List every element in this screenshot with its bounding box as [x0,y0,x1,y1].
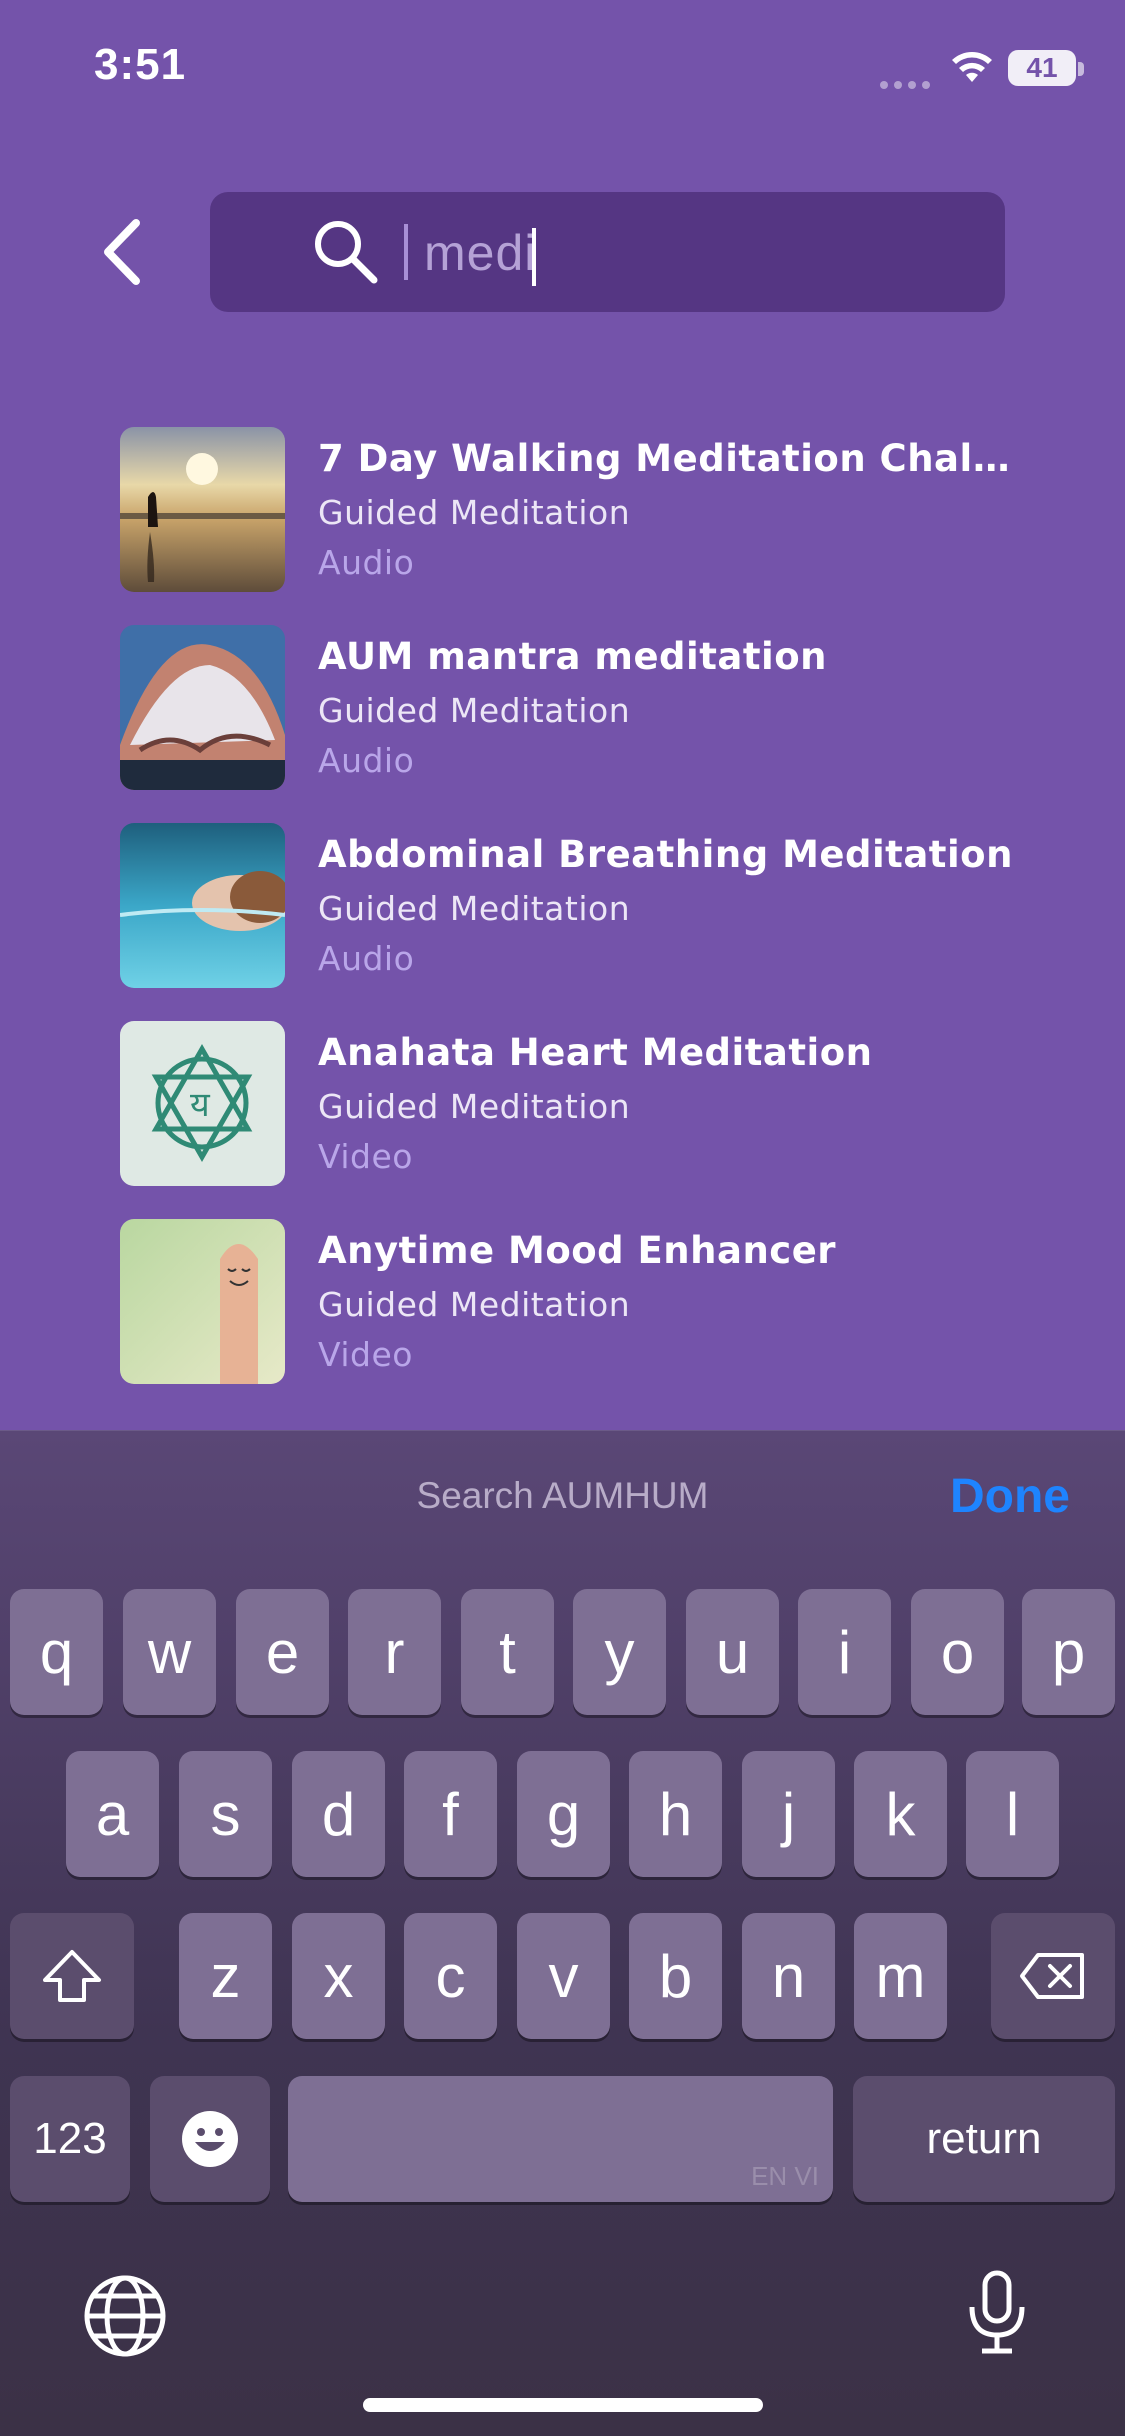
result-thumbnail: य [120,1021,285,1186]
key-u[interactable]: u [686,1589,779,1715]
key-y[interactable]: y [573,1589,666,1715]
result-category: Guided Meditation [318,493,631,532]
result-type: Audio [318,741,415,780]
key-v[interactable]: v [517,1913,610,2039]
home-indicator[interactable] [363,2398,763,2412]
result-category: Guided Meditation [318,1087,631,1126]
key-w[interactable]: w [123,1589,216,1715]
result-thumbnail [120,625,285,790]
key-i[interactable]: i [798,1589,891,1715]
result-item[interactable]: 7 Day Walking Meditation Challen… Guided… [120,427,1020,625]
battery-icon: 41 [1008,50,1076,86]
key-h[interactable]: h [629,1751,722,1877]
result-thumbnail [120,823,285,988]
key-m[interactable]: m [854,1913,947,2039]
key-n[interactable]: n [742,1913,835,2039]
language-indicator: EN VI [751,2161,819,2191]
status-time: 3:51 [94,40,187,89]
numbers-key[interactable]: 123 [10,2076,130,2202]
key-q[interactable]: q [10,1589,103,1715]
key-g[interactable]: g [517,1751,610,1877]
key-s[interactable]: s [179,1751,272,1877]
key-o[interactable]: o [911,1589,1004,1715]
globe-icon[interactable] [80,2271,170,2361]
key-j[interactable]: j [742,1751,835,1877]
key-k[interactable]: k [854,1751,947,1877]
key-c[interactable]: c [404,1913,497,2039]
search-icon [315,221,378,284]
wifi-icon [952,52,992,82]
chevron-left-icon [104,219,140,285]
search-input[interactable]: medi [424,218,536,288]
key-b[interactable]: b [629,1913,722,2039]
key-t[interactable]: t [461,1589,554,1715]
key-r[interactable]: r [348,1589,441,1715]
cellular-signal-icon [880,74,936,89]
result-title: Abdominal Breathing Meditation [318,833,1013,876]
back-button[interactable] [92,212,152,292]
microphone-icon[interactable] [952,2267,1042,2357]
key-e[interactable]: e [236,1589,329,1715]
result-item[interactable]: Anytime Mood Enhancer Guided Meditation … [120,1219,1020,1417]
shift-icon [43,1950,101,2002]
backspace-icon [1020,1953,1084,1999]
svg-text:य: य [190,1085,211,1125]
key-a[interactable]: a [66,1751,159,1877]
key-p[interactable]: p [1022,1589,1115,1715]
backspace-key[interactable] [991,1913,1115,2039]
search-input-divider [404,224,408,280]
key-d[interactable]: d [292,1751,385,1877]
result-type: Audio [318,543,415,582]
result-thumbnail [120,1219,285,1384]
result-type: Video [318,1137,413,1176]
result-type: Audio [318,939,415,978]
battery-tip [1078,62,1084,76]
emoji-icon [182,2111,238,2167]
key-l[interactable]: l [966,1751,1059,1877]
result-item[interactable]: AUM mantra meditation Guided Meditation … [120,625,1020,823]
result-category: Guided Meditation [318,1285,631,1324]
result-item[interactable]: Abdominal Breathing Meditation Guided Me… [120,823,1020,1021]
key-x[interactable]: x [292,1913,385,2039]
return-key[interactable]: return [853,2076,1115,2202]
keyboard: Search AUMHUM Done q w e r t y u i o p a… [0,1430,1125,2436]
result-title: Anahata Heart Meditation [318,1031,873,1074]
done-button[interactable]: Done [950,1469,1070,1524]
space-key[interactable]: EN VI [288,2076,833,2202]
result-title: AUM mantra meditation [318,635,827,678]
search-results-list: 7 Day Walking Meditation Challen… Guided… [120,427,1020,1417]
search-bar[interactable]: medi [210,192,1005,312]
result-title: 7 Day Walking Meditation Challen… [318,437,1018,480]
keyboard-toolbar: Search AUMHUM Done [0,1431,1125,1561]
result-type: Video [318,1335,413,1374]
result-item[interactable]: य Anahata Heart Meditation Guided Medita… [120,1021,1020,1219]
result-title: Anytime Mood Enhancer [318,1229,837,1272]
result-category: Guided Meditation [318,889,631,928]
key-f[interactable]: f [404,1751,497,1877]
result-category: Guided Meditation [318,691,631,730]
status-bar: 3:51 41 [0,0,1125,140]
shift-key[interactable] [10,1913,134,2039]
key-z[interactable]: z [179,1913,272,2039]
emoji-key[interactable] [150,2076,270,2202]
result-thumbnail [120,427,285,592]
